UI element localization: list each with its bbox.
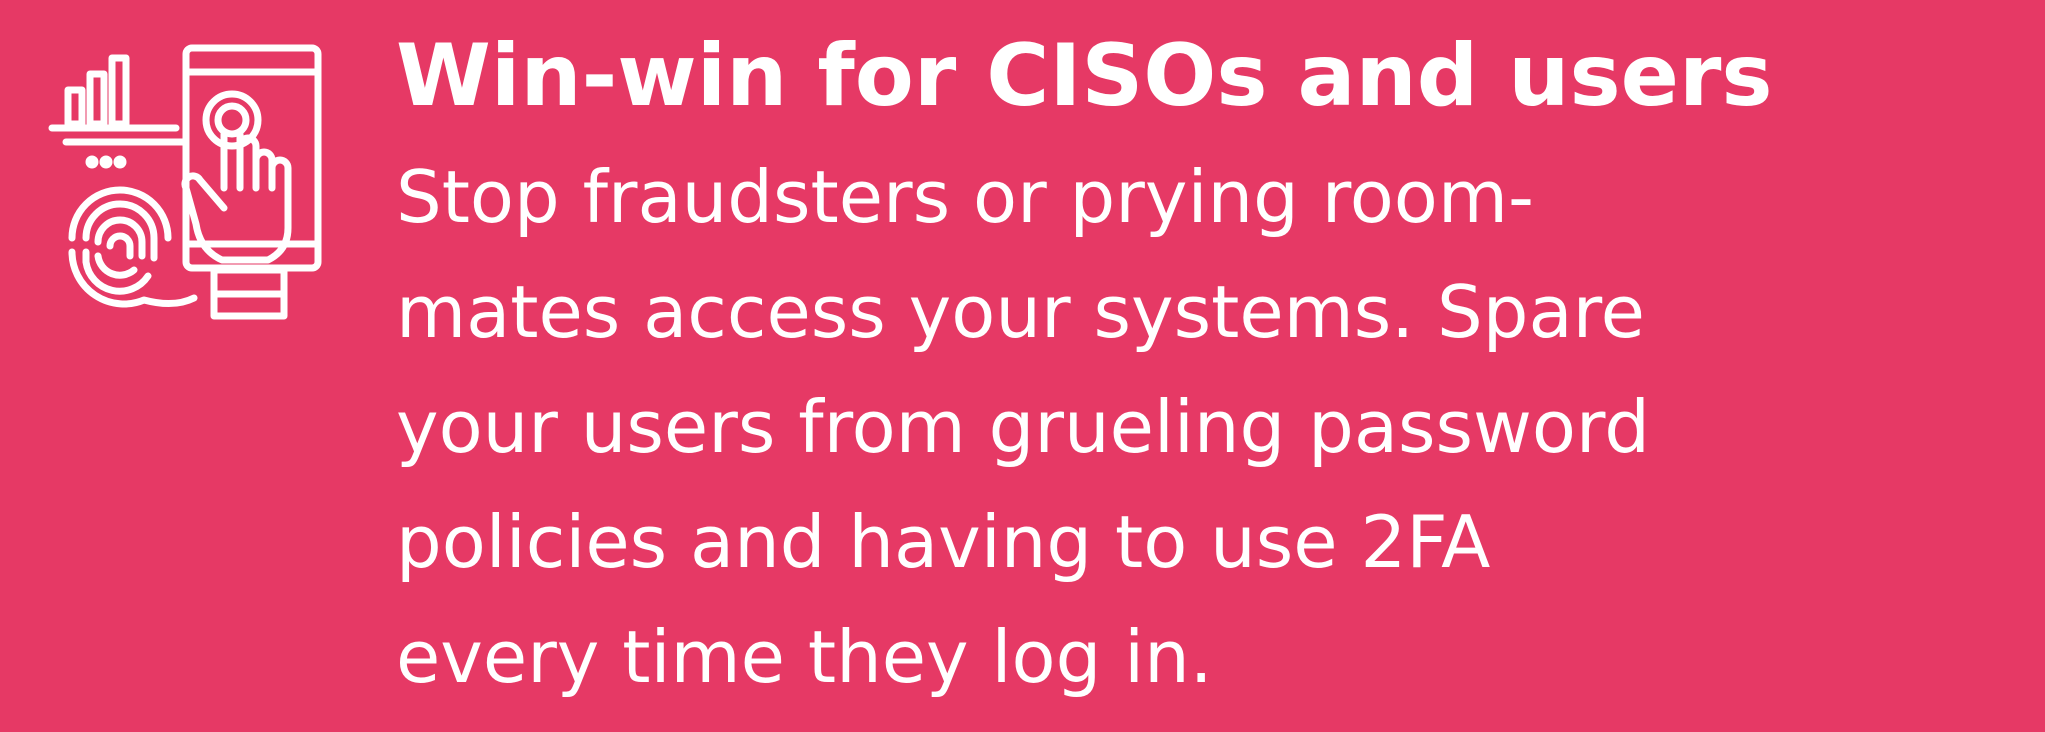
fingerprint-touch-screen-icon [46,38,336,328]
feature-card: Win-win for CISOs and users Stop fraudst… [0,0,2045,732]
description-line: your users from grueling password [396,385,1650,469]
card-title: Win-win for CISOs and users [396,26,1773,126]
description-line: mates access your systems. Spare [396,270,1645,354]
description-line: policies and having to use 2FA [396,500,1491,584]
description-line: Stop fraudsters or prying room- [396,155,1534,239]
card-description: Stop fraudsters or prying room- mates ac… [396,140,1650,715]
description-line: every time they log in. [396,615,1213,699]
